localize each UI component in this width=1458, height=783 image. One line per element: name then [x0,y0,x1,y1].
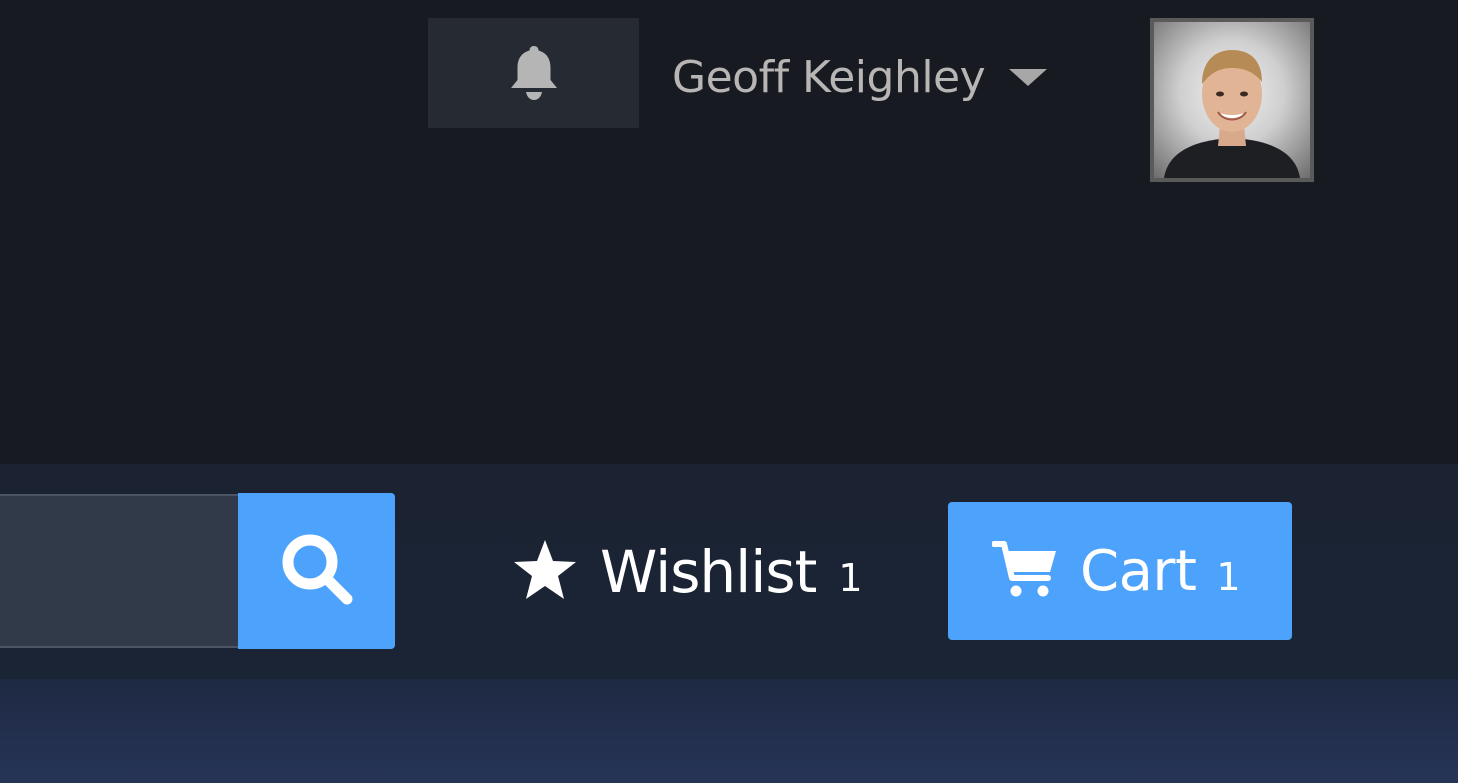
avatar[interactable] [1150,18,1314,182]
search-input[interactable] [0,494,238,648]
content-background [0,679,1458,783]
cart-button[interactable]: Cart 1 [948,502,1292,640]
notifications-button[interactable] [428,18,639,128]
account-name: Geoff Keighley [672,51,986,103]
search-button[interactable] [238,493,395,649]
cart-count: 1 [1216,555,1241,599]
cart-label: Cart [1080,538,1197,604]
wishlist-label: Wishlist [600,538,817,606]
cart-icon [991,538,1060,604]
chevron-down-icon [1009,68,1048,86]
account-menu[interactable]: Geoff Keighley [672,46,1048,108]
wishlist-link[interactable]: Wishlist 1 [512,530,863,614]
wishlist-count: 1 [838,556,863,600]
search-icon [277,529,357,613]
bell-icon [507,43,561,103]
star-icon [512,537,578,607]
avatar-image [1164,50,1300,178]
